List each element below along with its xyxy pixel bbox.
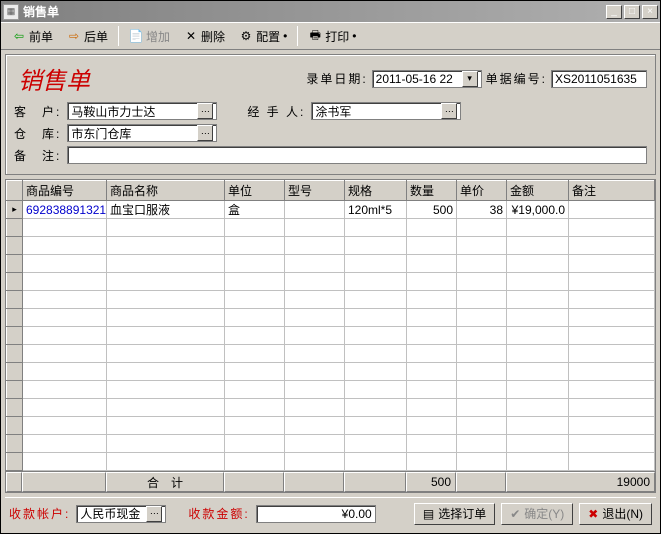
- table-row[interactable]: [7, 309, 655, 327]
- next-doc-button[interactable]: ⇨后单: [60, 25, 115, 48]
- date-input[interactable]: 2011-05-16 22▾: [372, 70, 482, 88]
- lookup-icon[interactable]: ⋯: [197, 125, 213, 141]
- printer-icon: 🖶: [308, 29, 322, 43]
- account-label: 收款帐户:: [9, 505, 70, 522]
- select-order-button[interactable]: ▤选择订单: [414, 503, 495, 525]
- customer-label: 客 户:: [14, 103, 61, 120]
- config-button[interactable]: ⚙配置 •: [232, 25, 294, 48]
- close-button[interactable]: ×: [642, 5, 658, 19]
- total-label: 合 计: [106, 472, 224, 492]
- warehouse-input[interactable]: 市东门仓库⋯: [67, 124, 217, 142]
- table-row[interactable]: ▸6928388913214血宝口服液盒120ml*550038¥19,000.…: [7, 201, 655, 219]
- titlebar: ▦ 销售单 _ □ ×: [1, 1, 660, 22]
- handler-label: 经 手 人:: [247, 103, 305, 120]
- maximize-button[interactable]: □: [624, 5, 640, 19]
- header-panel: 销售单 录单日期: 2011-05-16 22▾ 单据编号: XS2011051…: [5, 54, 656, 175]
- table-row[interactable]: [7, 363, 655, 381]
- warehouse-label: 仓 库:: [14, 125, 61, 142]
- total-row: 合 计 500 19000: [6, 471, 655, 492]
- check-icon: ✔: [510, 507, 520, 521]
- exit-button[interactable]: ✖退出(N): [579, 503, 652, 525]
- arrow-right-icon: ⇨: [67, 29, 81, 43]
- table-row[interactable]: [7, 435, 655, 453]
- handler-input[interactable]: 涂书军⋯: [311, 102, 461, 120]
- window-title: 销售单: [23, 3, 606, 20]
- amount-label: 收款金额:: [188, 505, 249, 522]
- table-row[interactable]: [7, 417, 655, 435]
- total-amount: 19000: [506, 472, 655, 492]
- docno-input[interactable]: XS2011051635: [551, 70, 647, 88]
- items-grid[interactable]: 商品编号 商品名称 单位 型号 规格 数量 单价 金额 备注 ▸69283889…: [5, 179, 656, 493]
- table-row[interactable]: [7, 327, 655, 345]
- arrow-left-icon: ⇦: [12, 29, 26, 43]
- gear-icon: ⚙: [239, 29, 253, 43]
- lookup-icon[interactable]: ⋯: [197, 103, 213, 119]
- delete-icon: ✕: [184, 29, 198, 43]
- app-icon: ▦: [3, 4, 19, 20]
- total-qty: 500: [406, 472, 456, 492]
- lookup-icon[interactable]: ⋯: [441, 103, 457, 119]
- table-row[interactable]: [7, 273, 655, 291]
- close-icon: ✖: [588, 507, 598, 521]
- confirm-button[interactable]: ✔确定(Y): [501, 503, 573, 525]
- account-input[interactable]: 人民币现金⋯: [76, 505, 166, 523]
- chevron-down-icon: •: [352, 29, 356, 43]
- table-row[interactable]: [7, 399, 655, 417]
- remark-label: 备 注:: [14, 147, 61, 164]
- date-label: 录单日期:: [306, 70, 367, 87]
- table-row[interactable]: [7, 255, 655, 273]
- prev-doc-button[interactable]: ⇦前单: [5, 25, 60, 48]
- remark-input[interactable]: [67, 146, 647, 164]
- amount-input[interactable]: ¥0.00: [256, 505, 376, 523]
- footer: 收款帐户: 人民币现金⋯ 收款金额: ¥0.00 ▤选择订单 ✔确定(Y) ✖退…: [5, 497, 656, 529]
- toolbar: ⇦前单 ⇨后单 📄增加 ✕删除 ⚙配置 • 🖶打印 •: [1, 22, 660, 50]
- delete-button[interactable]: ✕删除: [177, 25, 232, 48]
- doc-title: 销售单: [14, 61, 90, 96]
- row-indicator: ▸: [7, 201, 23, 219]
- plus-icon: 📄: [129, 29, 143, 43]
- customer-input[interactable]: 马鞍山市力士达⋯: [67, 102, 217, 120]
- table-row[interactable]: [7, 291, 655, 309]
- table-row[interactable]: [7, 381, 655, 399]
- lookup-icon[interactable]: ⋯: [146, 506, 162, 522]
- docno-label: 单据编号:: [486, 70, 547, 87]
- minimize-button[interactable]: _: [606, 5, 622, 19]
- table-row[interactable]: [7, 219, 655, 237]
- chevron-down-icon: •: [283, 29, 287, 43]
- grid-header: 商品编号 商品名称 单位 型号 规格 数量 单价 金额 备注: [7, 181, 655, 201]
- add-button[interactable]: 📄增加: [122, 25, 177, 48]
- chevron-down-icon[interactable]: ▾: [462, 71, 478, 87]
- print-button[interactable]: 🖶打印 •: [301, 25, 363, 48]
- document-icon: ▤: [423, 507, 434, 521]
- table-row[interactable]: [7, 453, 655, 471]
- table-row[interactable]: [7, 237, 655, 255]
- table-row[interactable]: [7, 345, 655, 363]
